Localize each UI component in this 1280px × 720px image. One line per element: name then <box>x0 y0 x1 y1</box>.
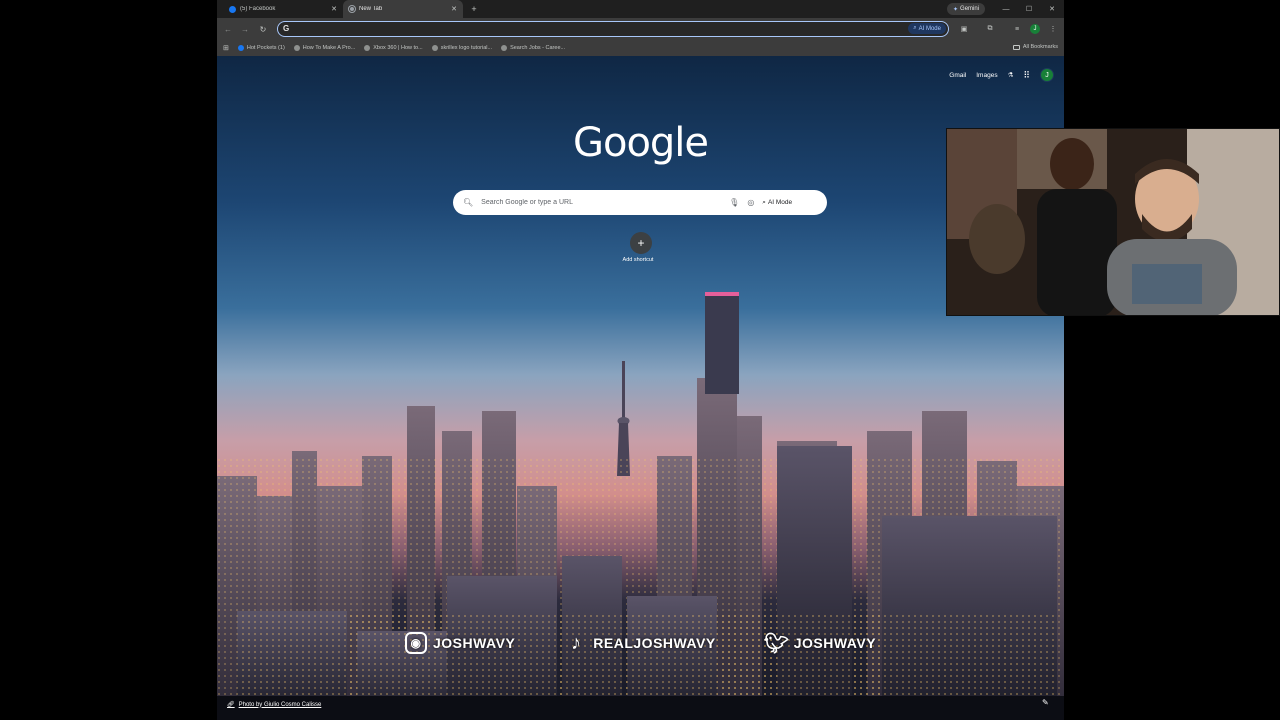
social-handle: JOSHWAVY <box>432 635 516 651</box>
bookmarks-bar: ⊞ Hot Pockets (1) How To Make A Pro... X… <box>217 40 1064 56</box>
social-handles-overlay: ◉ JOSHWAVY ♪ REALJOSHWAVY 🐦︎ JOSHWAVY <box>217 632 1064 655</box>
bookmark-label: Search Jobs - Caree... <box>510 45 566 51</box>
search-sparkle-icon: ⌕ <box>913 25 917 31</box>
bookmark-item[interactable]: Xbox 360 | How to... <box>364 45 423 51</box>
all-bookmarks-button[interactable]: All Bookmarks <box>1012 44 1058 50</box>
ai-mode-button[interactable]: ⌕ AI Mode <box>908 23 946 34</box>
facebook-icon <box>229 5 236 13</box>
search-icon: 🔍︎ <box>463 198 474 207</box>
new-tab-page: Gmail Images ⚗ ⠿ J Google 🔍︎ 🎙︎ ◎ ⌕ AI M… <box>217 56 1064 720</box>
gemini-button[interactable]: ✦ Gemini <box>947 3 986 15</box>
ai-mode-label: AI Mode <box>918 25 941 32</box>
webcam-feed-image <box>947 129 1279 315</box>
back-button[interactable]: ← <box>222 23 234 35</box>
apps-icon[interactable]: ⊞ <box>223 44 229 52</box>
social-handle: JOSHWAVY <box>793 635 877 651</box>
profile-avatar[interactable]: J <box>1030 24 1040 34</box>
toolbar: ← → ↻ G ⌕ AI Mode ▣ ⧉ ≡ J ⋮ <box>217 18 1064 40</box>
search-input[interactable] <box>481 199 722 206</box>
bookmark-label: Hot Pockets (1) <box>246 45 285 51</box>
photo-credit-link[interactable]: 🔗︎ Photo by Giulio Cosmo Calisse <box>227 701 322 709</box>
gemini-label: Gemini <box>960 6 980 12</box>
labs-flask-icon[interactable]: ⚗ <box>1008 71 1014 79</box>
social-tiktok: ♪ REALJOSHWAVY <box>565 632 715 654</box>
close-icon[interactable]: ✕ <box>451 5 457 13</box>
bookmark-label: Xbox 360 | How to... <box>373 45 423 51</box>
bookmark-label: skrillex logo tutorial... <box>440 45 493 51</box>
google-g-icon: G <box>283 24 290 33</box>
tab-search-icon[interactable]: ⧉ <box>984 23 996 35</box>
all-bookmarks-label: All Bookmarks <box>1022 44 1058 50</box>
webcam-overlay <box>946 128 1280 316</box>
google-apps-icon[interactable]: ⠿ <box>1023 70 1030 81</box>
extensions-icon[interactable]: ▣ <box>958 23 970 35</box>
bookmark-item[interactable]: How To Make A Pro... <box>293 45 356 51</box>
tab-strip: (5) Facebook ✕ New Tab ✕ + ✦ Gemini — ☐ … <box>217 0 1064 18</box>
link-icon: 🔗︎ <box>227 702 235 708</box>
social-twitter: 🐦︎ JOSHWAVY <box>763 632 877 655</box>
twitter-bird-icon: 🐦︎ <box>763 632 790 655</box>
microphone-icon[interactable]: 🎙︎ <box>729 198 739 207</box>
media-icon[interactable]: ≡ <box>1011 23 1023 35</box>
facebook-icon <box>237 45 244 51</box>
sparkle-icon: ✦ <box>953 6 959 13</box>
plus-icon: + <box>630 232 652 254</box>
social-instagram: ◉ JOSHWAVY <box>404 632 516 654</box>
bookmark-item[interactable]: Hot Pockets (1) <box>237 45 285 51</box>
account-avatar[interactable]: J <box>1040 68 1054 82</box>
search-sparkle-icon: ⌕ <box>762 198 766 206</box>
tiktok-icon: ♪ <box>571 631 582 654</box>
images-link[interactable]: Images <box>976 72 997 79</box>
bookmark-label: How To Make A Pro... <box>302 45 356 51</box>
ai-mode-label: AI Mode <box>767 199 793 206</box>
social-handle: REALJOSHWAVY <box>593 635 716 651</box>
maximize-button[interactable]: ☐ <box>1018 0 1040 18</box>
bookmark-item[interactable]: Search Jobs - Caree... <box>501 45 565 51</box>
browser-window: (5) Facebook ✕ New Tab ✕ + ✦ Gemini — ☐ … <box>217 0 1064 720</box>
google-lens-icon[interactable]: ◎ <box>747 198 754 207</box>
photo-credit-label: Photo by Giulio Cosmo Calisse <box>238 701 322 708</box>
instagram-icon: ◉ <box>404 632 427 654</box>
add-shortcut-label: Add shortcut <box>622 257 654 263</box>
menu-icon[interactable]: ⋮ <box>1047 23 1059 35</box>
chrome-icon <box>349 6 355 12</box>
tab-title: (5) Facebook <box>240 6 276 12</box>
tab-new-tab[interactable]: New Tab ✕ <box>343 0 463 18</box>
customize-pencil-icon[interactable]: ✎ <box>1042 698 1054 710</box>
gmail-link[interactable]: Gmail <box>949 72 966 79</box>
new-tab-button[interactable]: + <box>467 0 481 18</box>
add-shortcut[interactable]: + Add shortcut <box>621 232 661 263</box>
tab-title: New Tab <box>359 6 383 12</box>
globe-icon <box>364 45 371 51</box>
close-icon[interactable]: ✕ <box>331 5 337 13</box>
ai-mode-button[interactable]: ⌕ AI Mode <box>762 199 792 207</box>
folder-icon <box>1012 44 1020 50</box>
minimize-button[interactable]: — <box>995 0 1017 18</box>
bookmark-item[interactable]: skrillex logo tutorial... <box>431 45 493 51</box>
google-logo: Google <box>572 120 709 166</box>
globe-icon <box>293 45 300 51</box>
address-input[interactable] <box>296 23 896 35</box>
window-close-button[interactable]: ✕ <box>1041 0 1063 18</box>
address-bar[interactable]: G ⌕ AI Mode <box>277 21 949 37</box>
globe-icon <box>501 45 508 51</box>
ntp-search-box[interactable]: 🔍︎ 🎙︎ ◎ ⌕ AI Mode <box>453 190 827 215</box>
ntp-top-links: Gmail Images ⚗ ⠿ J <box>949 68 1054 82</box>
tab-facebook[interactable]: (5) Facebook ✕ <box>223 0 343 18</box>
globe-icon <box>431 45 438 51</box>
forward-button[interactable]: → <box>239 23 251 35</box>
reload-button[interactable]: ↻ <box>257 23 269 35</box>
